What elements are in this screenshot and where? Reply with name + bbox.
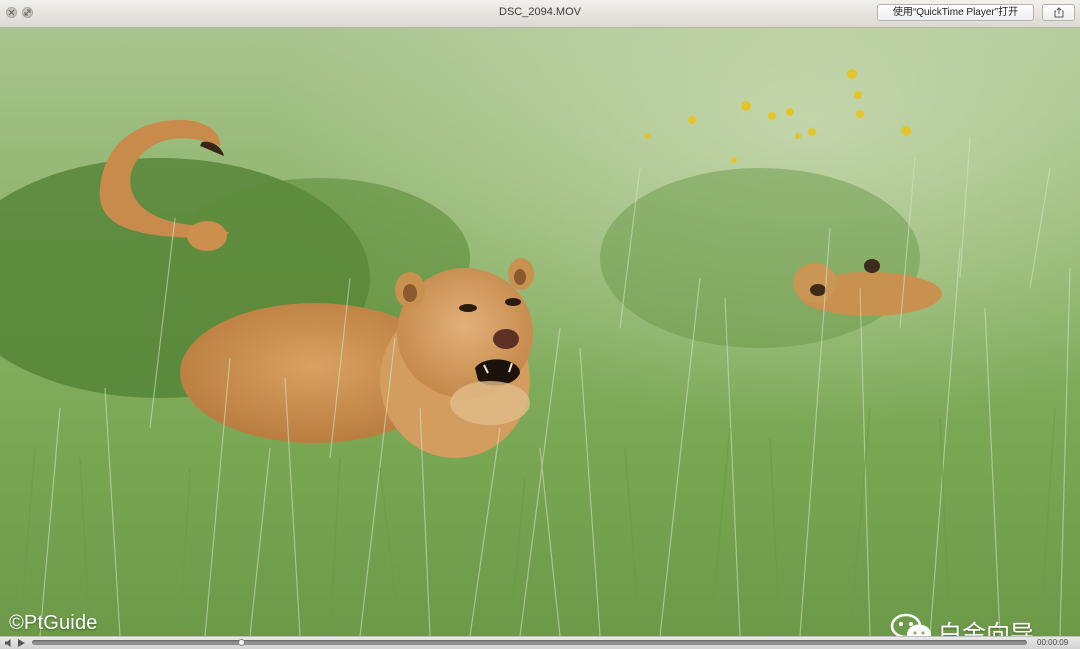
scrubber-knob[interactable]: [237, 639, 245, 646]
scrubber-track[interactable]: [32, 639, 1027, 646]
share-button[interactable]: [1042, 4, 1075, 21]
copyright-watermark: ©PtGuide: [9, 612, 98, 634]
share-icon: [1054, 7, 1064, 18]
volume-icon[interactable]: [5, 639, 14, 647]
play-icon[interactable]: [18, 639, 25, 647]
video-scene: [0, 28, 1080, 636]
playback-controls: 00:00:09: [0, 636, 1080, 649]
watermark-brand-text: 白金向导: [938, 621, 1034, 636]
wechat-icon: [890, 613, 931, 636]
quicklook-window: DSC_2094.MOV 使用“QuickTime Player”打开 白金向导…: [0, 0, 1080, 649]
title-bar: DSC_2094.MOV 使用“QuickTime Player”打开: [0, 0, 1080, 28]
timecode: 00:00:09: [1037, 638, 1069, 647]
video-frame[interactable]: 白金向导: [0, 28, 1080, 636]
open-with-quicktime-button[interactable]: 使用“QuickTime Player”打开: [877, 4, 1034, 21]
